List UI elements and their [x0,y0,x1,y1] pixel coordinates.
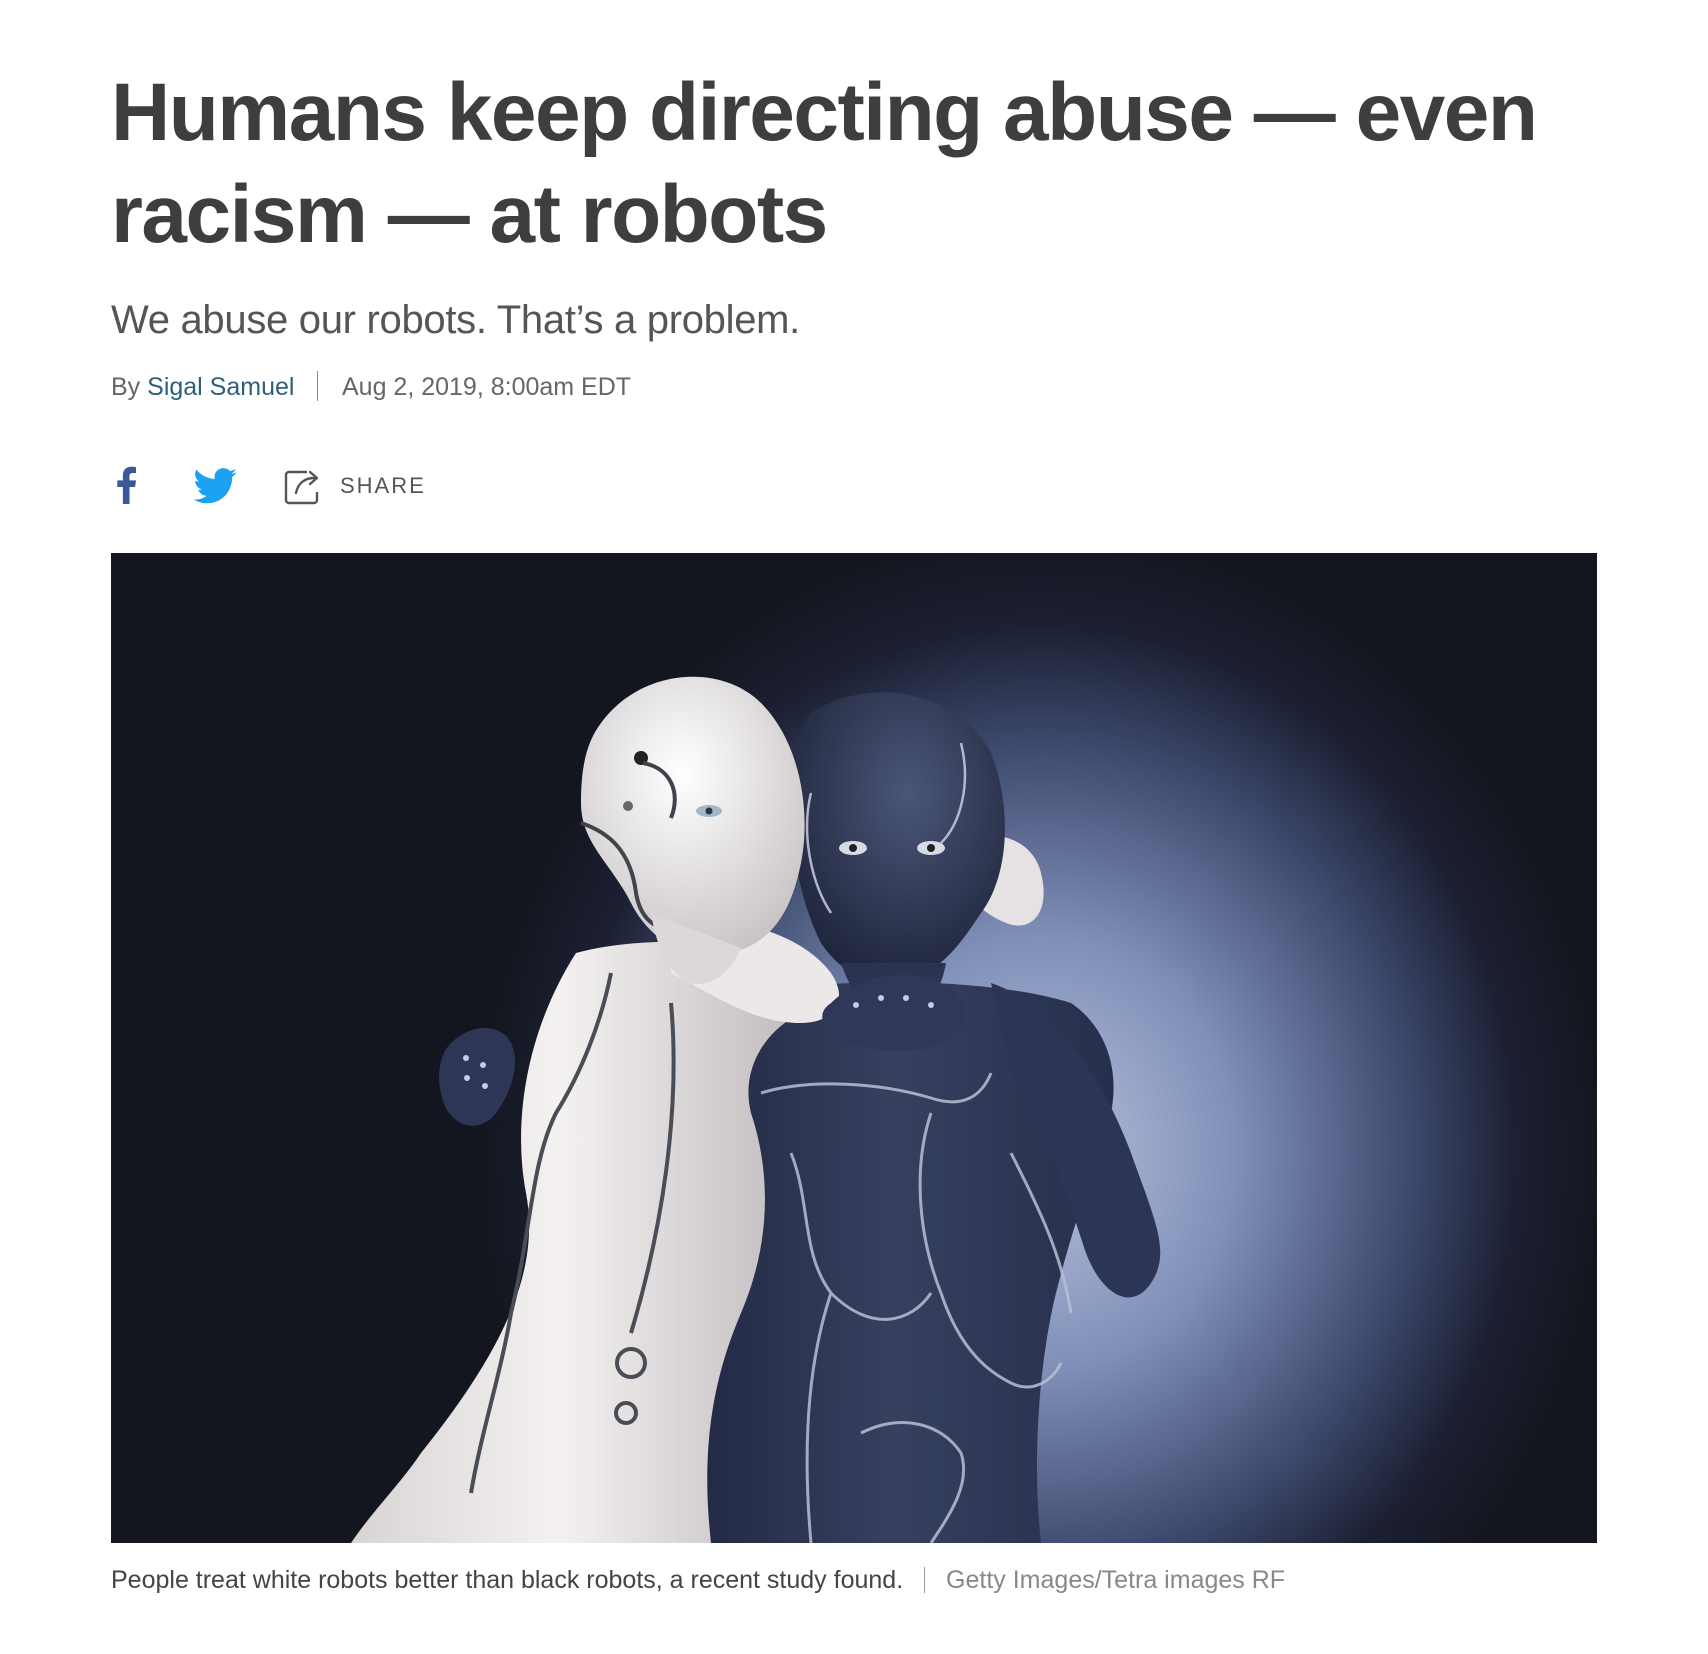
robots-illustration [351,676,1161,1543]
byline-divider [317,371,319,401]
headline: Humans keep directing abuse — even racis… [111,67,1538,260]
image-caption: People treat white robots better than bl… [111,1564,1285,1596]
article-dek: We abuse our robots. That’s a problem. [111,298,800,342]
author-link[interactable]: Sigal Samuel [147,373,294,401]
facebook-icon[interactable] [115,466,137,504]
publish-date: Aug 2, 2019, 8:00am EDT [341,373,632,401]
share-icon [284,470,319,505]
share-button[interactable]: SHARE [283,462,433,508]
byline: By Sigal Samuel Aug 2, 2019, 8:00am EDT [111,371,631,403]
share-label: SHARE [340,473,426,498]
byline-prefix: By [111,373,141,401]
hero-image [111,553,1597,1543]
caption-divider [924,1567,926,1593]
image-credit: Getty Images/Tetra images RF [946,1566,1286,1594]
share-bar: SHARE [111,462,531,508]
twitter-icon[interactable] [193,468,237,504]
caption-text: People treat white robots better than bl… [111,1566,904,1594]
